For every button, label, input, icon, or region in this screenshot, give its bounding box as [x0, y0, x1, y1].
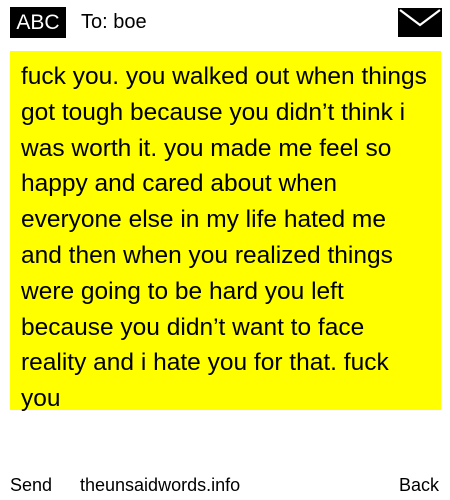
site-link[interactable]: theunsaidwords.info: [80, 474, 240, 496]
recipient-name: boe: [113, 11, 147, 33]
message-body-box[interactable]: fuck you. you walked out when things got…: [10, 51, 441, 412]
to-label: To:: [81, 11, 108, 33]
back-button[interactable]: Back: [399, 474, 439, 496]
send-button[interactable]: Send: [10, 474, 52, 496]
message-text: fuck you. you walked out when things got…: [21, 63, 427, 413]
input-mode-badge[interactable]: ABC: [10, 7, 66, 38]
recipient-field[interactable]: To: boe: [81, 9, 147, 35]
header-bar: ABC To: boe: [0, 0, 450, 44]
softkey-bar: Send theunsaidwords.info Back: [0, 470, 450, 500]
envelope-icon: [398, 8, 442, 37]
